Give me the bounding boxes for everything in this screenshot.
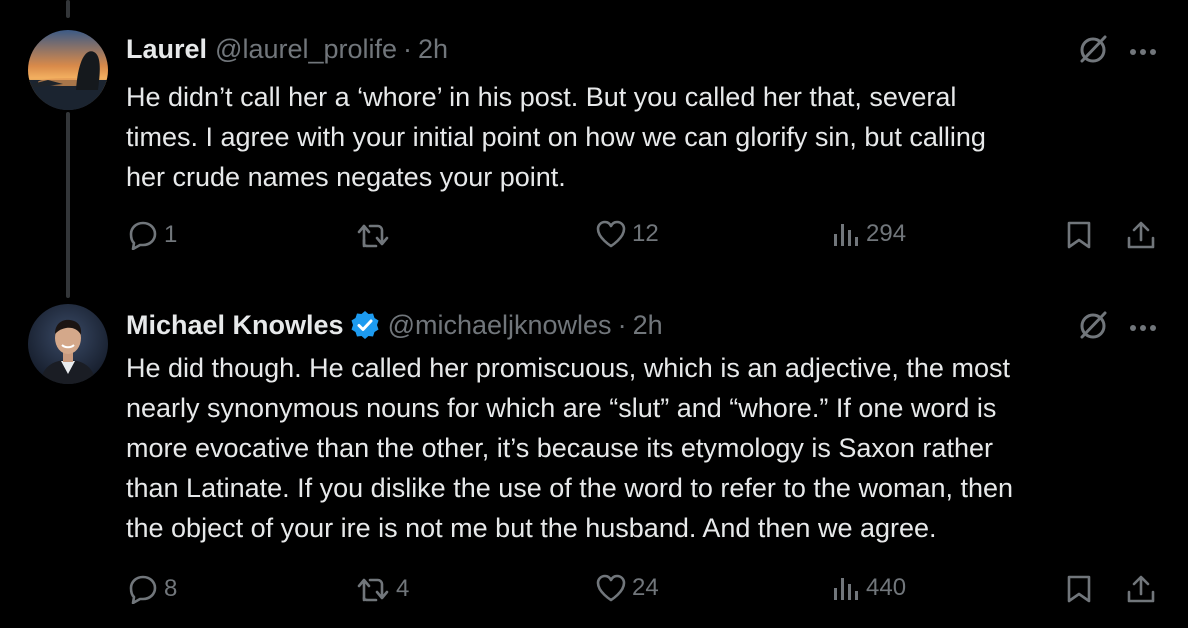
tweet-michael-knowles[interactable]: Michael Knowles @michaeljknowles · 2h He… [0,290,1188,628]
user-handle[interactable]: @michaeljknowles [388,309,612,341]
tweet-text: He did though. He called her promiscuous… [126,353,1014,543]
retweet-icon [357,578,389,602]
share-icon [1127,575,1155,603]
display-name[interactable]: Michael Knowles [126,309,344,341]
tweet-top-actions [1076,309,1158,348]
reply-icon [129,221,157,250]
tweet-header: Laurel @laurel_prolife · 2h [126,33,448,65]
reply-button[interactable]: 1 [128,220,177,250]
separator-dot: · [403,34,413,64]
display-name[interactable]: Laurel [126,33,207,65]
like-button[interactable]: 12 [596,220,659,248]
reply-count: 1 [164,221,178,248]
heart-icon [596,220,626,248]
share-button[interactable] [1126,220,1156,250]
views-count: 294 [866,220,907,247]
bookmark-button[interactable] [1066,220,1092,250]
bookmark-icon [1067,221,1091,249]
views-icon [834,224,858,246]
retweet-button[interactable]: 4 [356,574,409,604]
reply-icon [129,575,157,604]
more-icon[interactable] [1128,44,1158,62]
bookmark-button[interactable] [1066,574,1092,604]
tweet-laurel[interactable]: Laurel @laurel_prolife · 2h He didn’t ca… [0,0,1188,290]
tweet-action-bar: 8 4 24 440 [126,574,1166,614]
like-count: 12 [632,220,659,247]
reply-button[interactable]: 8 [128,574,177,604]
views-button[interactable]: 440 [832,574,906,602]
bookmark-icon [1067,575,1091,603]
avatar[interactable] [28,30,108,110]
share-icon [1127,221,1155,249]
share-button[interactable] [1126,574,1156,604]
tweet-text: He didn’t call her a ‘whore’ in his post… [126,82,986,192]
separator-dot: · [617,310,627,340]
tweet-header: Michael Knowles @michaeljknowles · 2h [126,309,663,341]
like-button[interactable]: 24 [596,574,659,602]
timestamp[interactable]: 2h [633,309,663,341]
user-handle[interactable]: @laurel_prolife [215,33,397,65]
grok-icon[interactable] [1076,33,1110,72]
heart-icon [596,574,626,602]
tweet-action-bar: 1 12 294 [126,220,1166,260]
reply-count: 8 [164,575,178,602]
views-count: 440 [866,574,907,601]
more-icon[interactable] [1128,320,1158,338]
retweet-count: 4 [396,575,410,602]
verified-badge-icon [351,311,379,339]
like-count: 24 [632,574,659,601]
retweet-icon [357,224,389,248]
views-icon [834,578,858,600]
grok-icon[interactable] [1076,309,1110,348]
avatar[interactable] [28,304,108,384]
views-button[interactable]: 294 [832,220,906,248]
tweet-top-actions [1076,33,1158,72]
timestamp[interactable]: 2h [418,33,448,65]
retweet-button[interactable] [356,220,396,250]
